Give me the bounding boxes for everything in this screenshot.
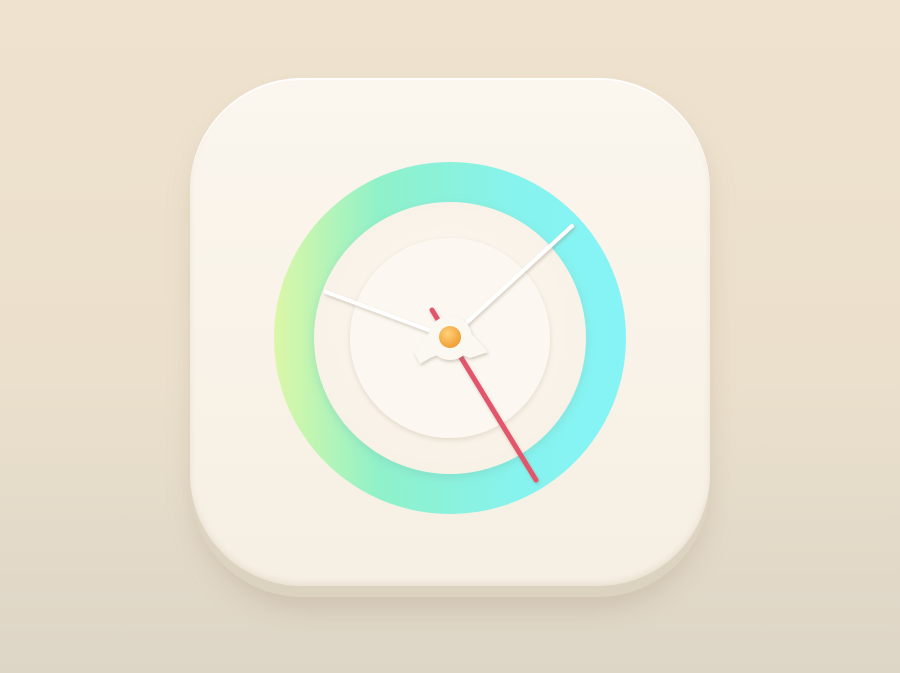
icon-stage	[0, 0, 900, 673]
center-cap	[439, 326, 461, 348]
clock-face	[274, 162, 626, 514]
